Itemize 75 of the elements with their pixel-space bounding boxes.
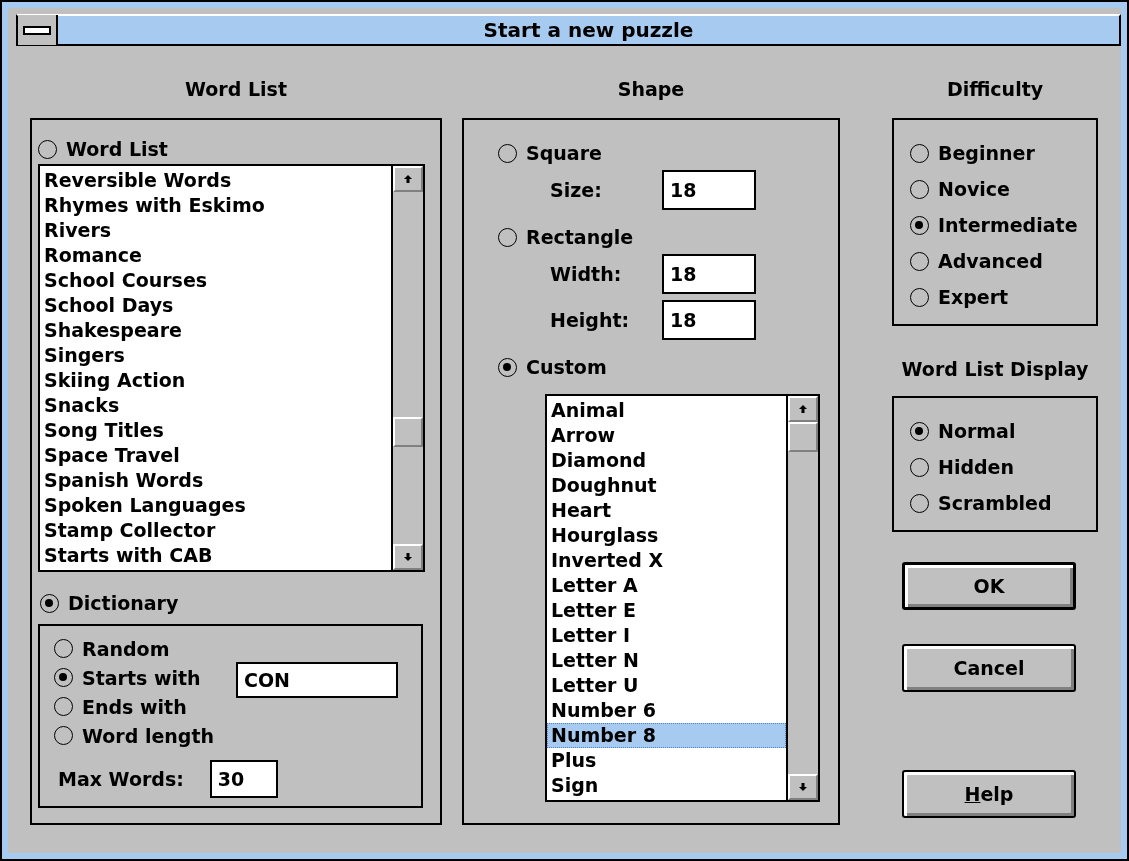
list-item[interactable]: Inverted X	[547, 548, 786, 573]
list-item[interactable]: Rhymes with Eskimo	[40, 193, 391, 218]
list-item[interactable]: Letter E	[547, 598, 786, 623]
list-item[interactable]: Number 8	[547, 723, 786, 748]
section-heading: Difficulty	[945, 77, 1045, 102]
dialog-button[interactable]: Cancel	[902, 644, 1076, 692]
list-item[interactable]: Romance	[40, 243, 391, 268]
field-label: Height:	[550, 309, 631, 331]
list-item[interactable]: Number 6	[547, 698, 786, 723]
list-item[interactable]: Shakespeare	[40, 318, 391, 343]
radio-button[interactable]: Starts with	[54, 664, 236, 691]
list-item[interactable]: Rivers	[40, 218, 391, 243]
list-item[interactable]: Letter N	[547, 648, 786, 673]
dialog-button[interactable]: Help	[902, 770, 1076, 818]
radio-button[interactable]: Square	[498, 140, 602, 166]
list-item[interactable]: Letter U	[547, 673, 786, 698]
radio-button[interactable]: Rectangle	[498, 224, 634, 250]
dialog-button[interactable]: OK	[902, 562, 1076, 610]
scroll-up-icon[interactable]	[788, 396, 818, 422]
text-field[interactable]: 30	[209, 760, 278, 798]
field-label: Width:	[550, 263, 623, 285]
list-item[interactable]: Starts with CAB	[40, 543, 391, 568]
radio-button[interactable]: Word List	[38, 136, 168, 162]
text-field[interactable]: 18	[662, 300, 756, 340]
list-item[interactable]: Arrow	[547, 423, 786, 448]
text-field[interactable]: 18	[662, 170, 756, 210]
radio-button[interactable]: Normal	[910, 418, 1096, 444]
radio-button[interactable]: Novice	[910, 176, 1096, 202]
text-field[interactable]: CON	[236, 661, 398, 698]
system-menu-button[interactable]	[18, 15, 58, 45]
radio-button[interactable]: Custom	[498, 354, 607, 380]
list-item[interactable]: Animal	[547, 398, 786, 423]
radio-button[interactable]: Advanced	[910, 248, 1096, 274]
list-item[interactable]: Singers	[40, 343, 391, 368]
list-item[interactable]: Letter I	[547, 623, 786, 648]
radio-button[interactable]: Expert	[910, 284, 1096, 310]
list-item[interactable]: Skiing Action	[40, 368, 391, 393]
list-item[interactable]: School Courses	[40, 268, 391, 293]
radio-button[interactable]: Beginner	[910, 140, 1096, 166]
scroll-thumb[interactable]	[393, 417, 423, 448]
radio-button[interactable]: Word length	[54, 722, 236, 749]
scrollbar[interactable]	[786, 396, 818, 800]
list-item[interactable]: Heart	[547, 498, 786, 523]
list-item[interactable]: Hourglass	[547, 523, 786, 548]
field-label: Max Words:	[58, 768, 184, 790]
list-item[interactable]: Sign	[547, 773, 786, 798]
list-item[interactable]: Spoken Languages	[40, 493, 391, 518]
list-item[interactable]: Diamond	[547, 448, 786, 473]
section-heading: Word List	[184, 77, 288, 102]
scrollbar[interactable]	[391, 166, 423, 570]
radio-button[interactable]: Ends with	[54, 693, 236, 720]
radio-button[interactable]: Scrambled	[910, 490, 1096, 516]
list-item[interactable]: Song Titles	[40, 418, 391, 443]
radio-button[interactable]: Hidden	[910, 454, 1096, 480]
scroll-down-icon[interactable]	[788, 774, 818, 800]
list-item[interactable]: Plus	[547, 748, 786, 773]
text-field[interactable]: 18	[662, 254, 756, 294]
list-item[interactable]: School Days	[40, 293, 391, 318]
list-item[interactable]: Stamp Collector	[40, 518, 391, 543]
radio-button[interactable]: Intermediate	[910, 212, 1096, 238]
radio-button[interactable]: Random	[54, 635, 236, 662]
section-heading: Shape	[616, 77, 686, 102]
scroll-up-icon[interactable]	[393, 166, 423, 192]
section-heading: Word List Display	[900, 357, 1090, 382]
list-item[interactable]: Spanish Words	[40, 468, 391, 493]
list-item[interactable]: Letter A	[547, 573, 786, 598]
field-label: Size:	[550, 179, 603, 201]
list-item[interactable]: Doughnut	[547, 473, 786, 498]
window-title: Start a new puzzle	[482, 18, 695, 42]
scroll-down-icon[interactable]	[393, 544, 423, 570]
scroll-thumb[interactable]	[788, 422, 818, 452]
list-item[interactable]: Space Travel	[40, 443, 391, 468]
list-item[interactable]: Reversible Words	[40, 168, 391, 193]
radio-button[interactable]: Dictionary	[40, 590, 179, 616]
list-item[interactable]: Snacks	[40, 393, 391, 418]
